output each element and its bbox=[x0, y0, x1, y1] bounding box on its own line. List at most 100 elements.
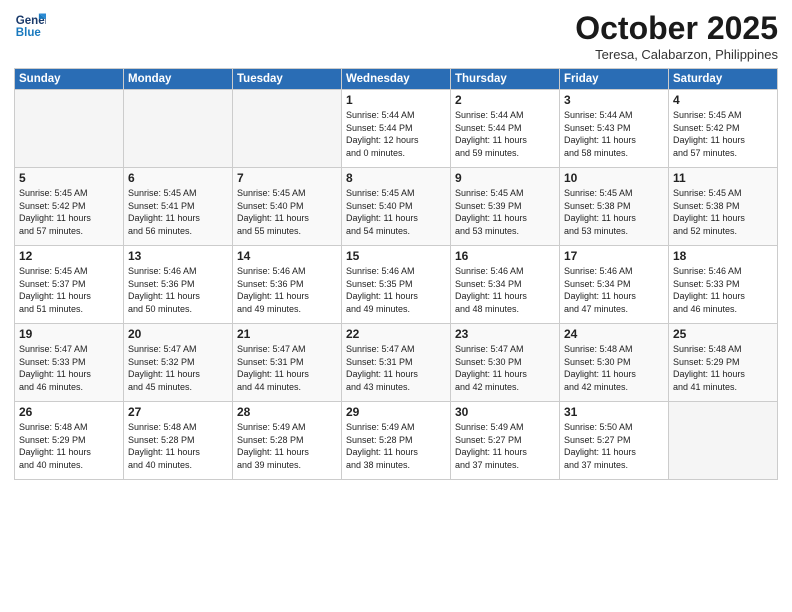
calendar-cell: 10Sunrise: 5:45 AM Sunset: 5:38 PM Dayli… bbox=[560, 168, 669, 246]
calendar-cell: 9 Sunrise: 5:45 AM Sunset: 5:39 PM Daylig… bbox=[451, 168, 560, 246]
calendar-cell: 20Sunrise: 5:47 AM Sunset: 5:32 PM Dayli… bbox=[124, 324, 233, 402]
day-info: Sunrise: 5:47 AM Sunset: 5:33 PM Dayligh… bbox=[19, 343, 119, 393]
day-info: Sunrise: 5:49 AM Sunset: 5:27 PM Dayligh… bbox=[455, 421, 555, 471]
day-info: Sunrise: 5:47 AM Sunset: 5:31 PM Dayligh… bbox=[346, 343, 446, 393]
day-number: 24 bbox=[564, 327, 664, 341]
calendar-cell bbox=[233, 90, 342, 168]
day-number: 14 bbox=[237, 249, 337, 263]
day-number: 4 bbox=[673, 93, 773, 107]
calendar-cell: 3 Sunrise: 5:44 AM Sunset: 5:43 PM Daylig… bbox=[560, 90, 669, 168]
calendar-cell: 15 Sunrise: 5:46 AM Sunset: 5:35 PM Dayli… bbox=[342, 246, 451, 324]
calendar-cell bbox=[124, 90, 233, 168]
calendar-cell: 28Sunrise: 5:49 AM Sunset: 5:28 PM Dayli… bbox=[233, 402, 342, 480]
calendar-cell: 23 Sunrise: 5:47 AM Sunset: 5:30 PM Dayli… bbox=[451, 324, 560, 402]
day-info: Sunrise: 5:46 AM Sunset: 5:34 PM Dayligh… bbox=[455, 265, 555, 315]
month-title: October 2025 bbox=[575, 10, 778, 47]
day-info: Sunrise: 5:45 AM Sunset: 5:39 PM Dayligh… bbox=[455, 187, 555, 237]
calendar-cell bbox=[669, 402, 778, 480]
day-info: Sunrise: 5:46 AM Sunset: 5:34 PM Dayligh… bbox=[564, 265, 664, 315]
day-header-sunday: Sunday bbox=[15, 69, 124, 90]
day-number: 28 bbox=[237, 405, 337, 419]
day-header-tuesday: Tuesday bbox=[233, 69, 342, 90]
day-info: Sunrise: 5:45 AM Sunset: 5:42 PM Dayligh… bbox=[673, 109, 773, 159]
day-number: 5 bbox=[19, 171, 119, 185]
day-info: Sunrise: 5:45 AM Sunset: 5:37 PM Dayligh… bbox=[19, 265, 119, 315]
day-number: 18 bbox=[673, 249, 773, 263]
calendar-cell: 27Sunrise: 5:48 AM Sunset: 5:28 PM Dayli… bbox=[124, 402, 233, 480]
day-number: 23 bbox=[455, 327, 555, 341]
calendar-cell: 16 Sunrise: 5:46 AM Sunset: 5:34 PM Dayli… bbox=[451, 246, 560, 324]
calendar-cell: 7 Sunrise: 5:45 AM Sunset: 5:40 PM Daylig… bbox=[233, 168, 342, 246]
calendar-cell: 21 Sunrise: 5:47 AM Sunset: 5:31 PM Dayli… bbox=[233, 324, 342, 402]
day-number: 21 bbox=[237, 327, 337, 341]
header: General Blue October 2025 Teresa, Calaba… bbox=[14, 10, 778, 62]
day-number: 2 bbox=[455, 93, 555, 107]
calendar-week-1: 1 Sunrise: 5:44 AM Sunset: 5:44 PM Daylig… bbox=[15, 90, 778, 168]
calendar-cell: 5 Sunrise: 5:45 AM Sunset: 5:42 PM Daylig… bbox=[15, 168, 124, 246]
location-subtitle: Teresa, Calabarzon, Philippines bbox=[575, 47, 778, 62]
calendar-cell: 30 Sunrise: 5:49 AM Sunset: 5:27 PM Dayli… bbox=[451, 402, 560, 480]
day-number: 22 bbox=[346, 327, 446, 341]
calendar-cell: 6 Sunrise: 5:45 AM Sunset: 5:41 PM Daylig… bbox=[124, 168, 233, 246]
day-info: Sunrise: 5:47 AM Sunset: 5:30 PM Dayligh… bbox=[455, 343, 555, 393]
day-number: 12 bbox=[19, 249, 119, 263]
day-info: Sunrise: 5:45 AM Sunset: 5:38 PM Dayligh… bbox=[564, 187, 664, 237]
day-number: 19 bbox=[19, 327, 119, 341]
day-number: 7 bbox=[237, 171, 337, 185]
calendar-cell: 1Sunrise: 5:44 AM Sunset: 5:44 PM Daylig… bbox=[342, 90, 451, 168]
day-info: Sunrise: 5:46 AM Sunset: 5:36 PM Dayligh… bbox=[128, 265, 228, 315]
logo: General Blue bbox=[14, 10, 46, 42]
day-number: 30 bbox=[455, 405, 555, 419]
day-number: 13 bbox=[128, 249, 228, 263]
calendar-cell: 2 Sunrise: 5:44 AM Sunset: 5:44 PM Daylig… bbox=[451, 90, 560, 168]
day-info: Sunrise: 5:48 AM Sunset: 5:29 PM Dayligh… bbox=[673, 343, 773, 393]
calendar-cell: 12 Sunrise: 5:45 AM Sunset: 5:37 PM Dayli… bbox=[15, 246, 124, 324]
day-info: Sunrise: 5:44 AM Sunset: 5:44 PM Dayligh… bbox=[455, 109, 555, 159]
title-block: October 2025 Teresa, Calabarzon, Philipp… bbox=[575, 10, 778, 62]
calendar-cell: 31Sunrise: 5:50 AM Sunset: 5:27 PM Dayli… bbox=[560, 402, 669, 480]
calendar-cell: 29Sunrise: 5:49 AM Sunset: 5:28 PM Dayli… bbox=[342, 402, 451, 480]
logo-icon: General Blue bbox=[14, 10, 46, 42]
day-number: 3 bbox=[564, 93, 664, 107]
calendar-cell: 14 Sunrise: 5:46 AM Sunset: 5:36 PM Dayli… bbox=[233, 246, 342, 324]
day-number: 8 bbox=[346, 171, 446, 185]
day-info: Sunrise: 5:45 AM Sunset: 5:41 PM Dayligh… bbox=[128, 187, 228, 237]
day-info: Sunrise: 5:45 AM Sunset: 5:40 PM Dayligh… bbox=[346, 187, 446, 237]
calendar-cell: 13 Sunrise: 5:46 AM Sunset: 5:36 PM Dayli… bbox=[124, 246, 233, 324]
day-info: Sunrise: 5:44 AM Sunset: 5:43 PM Dayligh… bbox=[564, 109, 664, 159]
day-header-thursday: Thursday bbox=[451, 69, 560, 90]
calendar-week-5: 26 Sunrise: 5:48 AM Sunset: 5:29 PM Dayli… bbox=[15, 402, 778, 480]
day-info: Sunrise: 5:49 AM Sunset: 5:28 PM Dayligh… bbox=[346, 421, 446, 471]
calendar-table: SundayMondayTuesdayWednesdayThursdayFrid… bbox=[14, 68, 778, 480]
day-number: 9 bbox=[455, 171, 555, 185]
day-info: Sunrise: 5:48 AM Sunset: 5:29 PM Dayligh… bbox=[19, 421, 119, 471]
calendar-cell: 25 Sunrise: 5:48 AM Sunset: 5:29 PM Dayli… bbox=[669, 324, 778, 402]
calendar-cell: 19 Sunrise: 5:47 AM Sunset: 5:33 PM Dayli… bbox=[15, 324, 124, 402]
day-info: Sunrise: 5:45 AM Sunset: 5:40 PM Dayligh… bbox=[237, 187, 337, 237]
calendar-cell: 18Sunrise: 5:46 AM Sunset: 5:33 PM Dayli… bbox=[669, 246, 778, 324]
day-header-monday: Monday bbox=[124, 69, 233, 90]
day-header-friday: Friday bbox=[560, 69, 669, 90]
day-number: 15 bbox=[346, 249, 446, 263]
day-number: 25 bbox=[673, 327, 773, 341]
day-info: Sunrise: 5:46 AM Sunset: 5:35 PM Dayligh… bbox=[346, 265, 446, 315]
day-info: Sunrise: 5:47 AM Sunset: 5:32 PM Dayligh… bbox=[128, 343, 228, 393]
day-number: 17 bbox=[564, 249, 664, 263]
day-info: Sunrise: 5:47 AM Sunset: 5:31 PM Dayligh… bbox=[237, 343, 337, 393]
day-info: Sunrise: 5:46 AM Sunset: 5:36 PM Dayligh… bbox=[237, 265, 337, 315]
day-number: 16 bbox=[455, 249, 555, 263]
calendar-cell: 17 Sunrise: 5:46 AM Sunset: 5:34 PM Dayli… bbox=[560, 246, 669, 324]
calendar-cell: 22 Sunrise: 5:47 AM Sunset: 5:31 PM Dayli… bbox=[342, 324, 451, 402]
calendar-cell: 26 Sunrise: 5:48 AM Sunset: 5:29 PM Dayli… bbox=[15, 402, 124, 480]
day-info: Sunrise: 5:45 AM Sunset: 5:42 PM Dayligh… bbox=[19, 187, 119, 237]
day-header-saturday: Saturday bbox=[669, 69, 778, 90]
calendar-header-row: SundayMondayTuesdayWednesdayThursdayFrid… bbox=[15, 69, 778, 90]
calendar-cell bbox=[15, 90, 124, 168]
day-header-wednesday: Wednesday bbox=[342, 69, 451, 90]
day-number: 31 bbox=[564, 405, 664, 419]
day-number: 1 bbox=[346, 93, 446, 107]
day-number: 6 bbox=[128, 171, 228, 185]
day-info: Sunrise: 5:48 AM Sunset: 5:28 PM Dayligh… bbox=[128, 421, 228, 471]
day-number: 26 bbox=[19, 405, 119, 419]
svg-text:Blue: Blue bbox=[16, 27, 42, 39]
